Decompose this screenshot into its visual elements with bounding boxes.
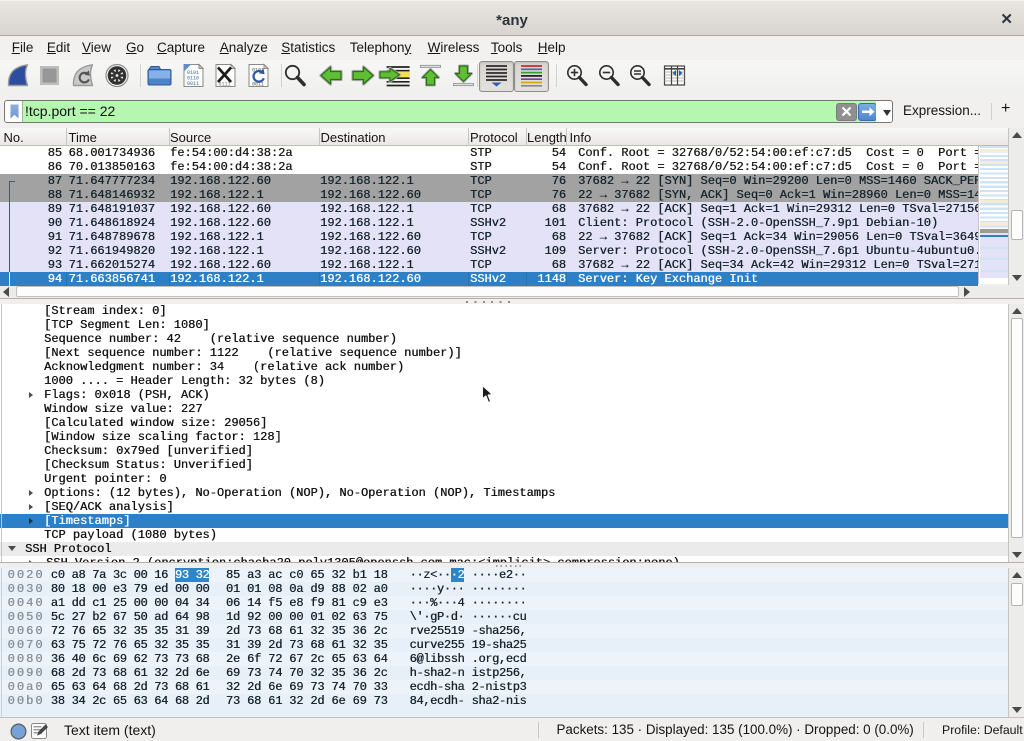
svg-text:0111: 0111: [219, 82, 231, 88]
svg-text:0011: 0011: [187, 81, 199, 87]
